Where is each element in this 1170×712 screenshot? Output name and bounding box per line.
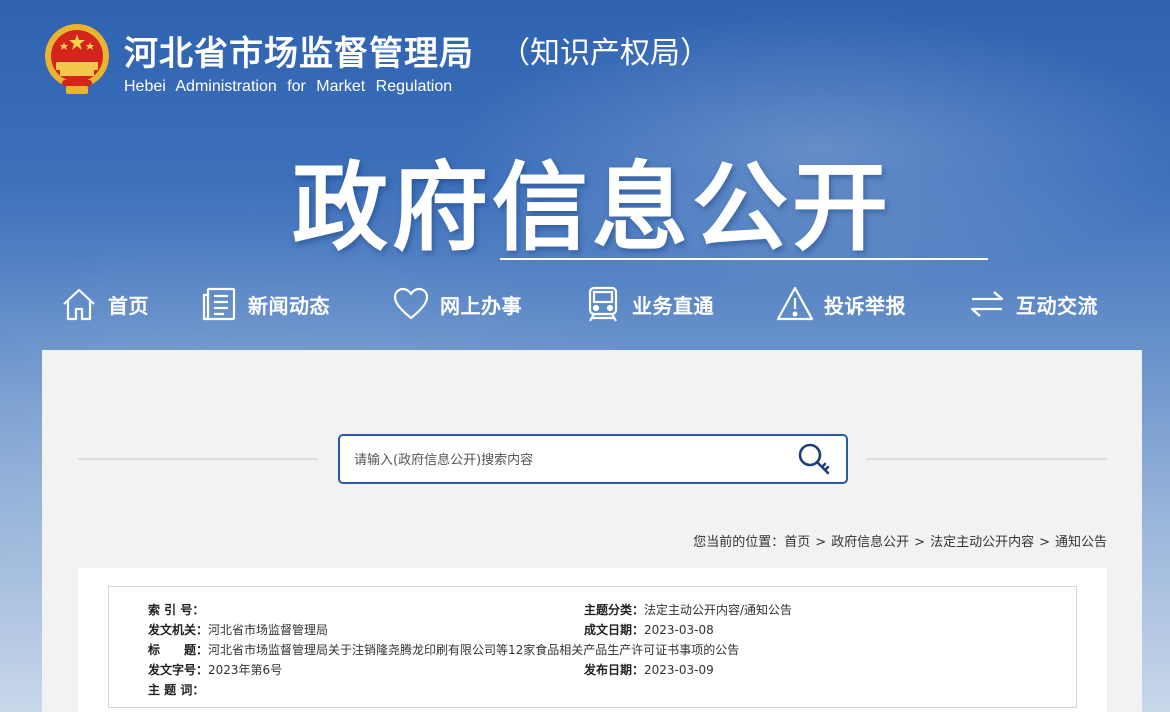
- info-docno-row: 发文字号：2023年第6号: [148, 661, 282, 678]
- breadcrumb-prefix: 您当前的位置：: [693, 535, 785, 550]
- issuer-label: 发文机关：: [148, 623, 209, 637]
- info-issuer-row: 发文机关：河北省市场监督管理局: [148, 621, 328, 638]
- info-keywords-row: 主 题 词：: [148, 681, 204, 698]
- search-divider-left: [78, 458, 318, 460]
- home-icon: [63, 288, 95, 321]
- breadcrumb: 您当前的位置：首页 > 政府信息公开 > 法定主动公开内容 > 通知公告: [693, 531, 1107, 550]
- nav-label: 业务直通: [632, 293, 714, 318]
- exchange-icon: [970, 291, 1004, 317]
- search-input[interactable]: [354, 448, 774, 472]
- breadcrumb-legal-disclosure[interactable]: 法定主动公开内容: [930, 535, 1034, 550]
- nav-item-business[interactable]: 业务直通: [584, 282, 714, 326]
- warning-icon: [776, 286, 814, 321]
- breadcrumb-separator: >: [1039, 535, 1050, 550]
- index-label: 索 引 号：: [148, 603, 205, 617]
- created-date-label: 成文日期：: [584, 623, 645, 637]
- info-published-row: 发布日期：2023-03-09: [584, 661, 714, 678]
- breadcrumb-separator: >: [815, 535, 827, 550]
- title-label: 标 题：: [148, 643, 209, 657]
- published-date-value: 2023-03-09: [644, 663, 714, 677]
- title-value: 河北省市场监督管理局关于注销隆尧腾龙印刷有限公司等12家食品相关产品生产许可证书…: [208, 643, 740, 657]
- nav-item-news[interactable]: 新闻动态: [200, 282, 330, 326]
- search-box: [338, 434, 848, 484]
- breadcrumb-home[interactable]: 首页: [784, 535, 810, 550]
- info-created-row: 成文日期：2023-03-08: [584, 621, 714, 638]
- category-value: 法定主动公开内容/通知公告: [644, 603, 793, 617]
- published-date-label: 发布日期：: [584, 663, 645, 677]
- search-icon[interactable]: [796, 442, 834, 478]
- keywords-label: 主 题 词：: [148, 683, 205, 697]
- news-icon: [202, 287, 236, 321]
- title-underline: [500, 258, 988, 260]
- info-index-row: 索 引 号：: [148, 601, 204, 618]
- org-english-name: Hebei Administration for Market Regulati…: [124, 78, 453, 95]
- search-divider-right: [866, 458, 1107, 460]
- main-nav: 首页 新闻动态 网上办事 业务直通 投诉举报 互动交流: [0, 282, 1170, 330]
- nav-label: 新闻动态: [248, 293, 330, 318]
- breadcrumb-separator: >: [914, 535, 926, 550]
- breadcrumb-gov-info[interactable]: 政府信息公开: [831, 535, 909, 550]
- page-title: 政府信息公开: [292, 152, 892, 264]
- national-emblem-icon: [45, 24, 109, 94]
- nav-label: 投诉举报: [824, 293, 906, 318]
- nav-label: 网上办事: [440, 293, 522, 318]
- nav-item-online-service[interactable]: 网上办事: [392, 282, 522, 326]
- nav-item-home[interactable]: 首页: [60, 282, 149, 326]
- org-name: 河北省市场监督管理局: [124, 34, 474, 74]
- info-title-row: 标 题：河北省市场监督管理局关于注销隆尧腾龙印刷有限公司等12家食品相关产品生产…: [148, 641, 739, 658]
- breadcrumb-notices[interactable]: 通知公告: [1055, 535, 1107, 550]
- nav-item-complaint[interactable]: 投诉举报: [776, 282, 906, 326]
- nav-item-interaction[interactable]: 互动交流: [968, 282, 1098, 326]
- train-icon: [588, 286, 618, 322]
- issuer-value: 河北省市场监督管理局: [208, 623, 329, 637]
- doc-number-value: 2023年第6号: [208, 663, 283, 677]
- created-date-value: 2023-03-08: [644, 623, 714, 637]
- doc-number-label: 发文字号：: [148, 663, 209, 677]
- org-subtitle: （知识产权局）: [500, 36, 710, 71]
- nav-label: 互动交流: [1016, 293, 1098, 318]
- info-category-row: 主题分类：法定主动公开内容/通知公告: [584, 601, 792, 618]
- category-label: 主题分类：: [584, 603, 645, 617]
- nav-label: 首页: [108, 293, 149, 318]
- heart-icon: [393, 287, 429, 320]
